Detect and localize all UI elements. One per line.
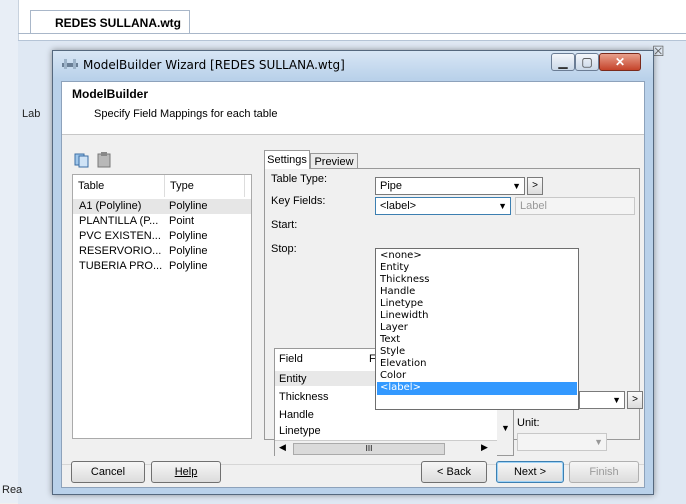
dropdown-option[interactable]: Handle: [377, 286, 577, 298]
dropdown-option[interactable]: Text: [377, 334, 577, 346]
dialog-body: ModelBuilder Specify Field Mappings for …: [61, 81, 645, 488]
key-fields-secondary-select: Label: [515, 197, 635, 215]
chevron-down-icon: ▼: [498, 201, 507, 211]
scroll-thumb[interactable]: III: [293, 443, 445, 455]
table-row[interactable]: PLANTILLA (P... Point: [73, 214, 251, 229]
clipboard-icons: [74, 152, 114, 171]
field-row[interactable]: Thickness: [279, 391, 329, 403]
field-row[interactable]: Linetype: [279, 425, 321, 437]
wizard-header: ModelBuilder Specify Field Mappings for …: [62, 82, 644, 135]
document-tab[interactable]: REDES SULLANA.wtg: [30, 10, 190, 34]
table-type-browse-button[interactable]: >: [527, 177, 543, 195]
maximize-button[interactable]: ▢: [575, 53, 599, 71]
next-button[interactable]: Next >: [496, 461, 564, 483]
table-type: Polyline: [169, 245, 208, 257]
header-subtitle: Specify Field Mappings for each table: [94, 108, 278, 120]
key-fields-label: Key Fields:: [271, 195, 326, 207]
field-mapping-select[interactable]: ▼: [579, 391, 625, 409]
table-row[interactable]: A1 (Polyline) Polyline: [73, 199, 251, 214]
dialog-title: ModelBuilder Wizard [REDES SULLANA.wtg]: [83, 58, 345, 72]
dropdown-option[interactable]: Layer: [377, 322, 577, 334]
dropdown-option[interactable]: Elevation: [377, 358, 577, 370]
table-type: Polyline: [169, 200, 208, 212]
cancel-button[interactable]: Cancel: [71, 461, 145, 483]
table-type: Point: [169, 215, 195, 227]
table-row[interactable]: RESERVORIO... Polyline: [73, 244, 251, 259]
background-label: Lab: [22, 108, 41, 120]
dropdown-option[interactable]: Style: [377, 346, 577, 358]
tab-divider: [18, 33, 686, 34]
key-fields-value: <label>: [380, 200, 417, 212]
app-left-strip: [0, 0, 19, 503]
unit-select: ▼: [517, 433, 607, 451]
dialog-titlebar[interactable]: ModelBuilder Wizard [REDES SULLANA.wtg] …: [53, 51, 653, 79]
dropdown-option[interactable]: Linewidth: [377, 310, 577, 322]
stop-label: Stop:: [271, 243, 297, 255]
key-fields-secondary-value: Label: [520, 200, 547, 212]
close-button[interactable]: ✕: [599, 53, 641, 71]
table-name: A1 (Polyline): [79, 200, 142, 212]
header-title: ModelBuilder: [72, 87, 149, 101]
back-button[interactable]: < Back: [421, 461, 487, 483]
dropdown-option[interactable]: <none>: [377, 250, 577, 262]
chevron-down-icon: ▼: [512, 181, 521, 191]
table-type: Polyline: [169, 230, 208, 242]
copy-icon[interactable]: [74, 153, 89, 168]
table-name: PLANTILLA (P...: [79, 215, 159, 227]
table-row[interactable]: TUBERIA PRO... Polyline: [73, 259, 251, 274]
table-name: PVC EXISTEN...: [79, 230, 161, 242]
start-label: Start:: [271, 219, 298, 231]
table-type-label: Table Type:: [271, 173, 328, 185]
scroll-left-icon[interactable]: ◀: [279, 442, 286, 453]
unit-label: Unit:: [517, 417, 540, 429]
column-header-type[interactable]: Type: [165, 175, 245, 197]
table-type-value: Pipe: [380, 180, 403, 192]
tab-preview[interactable]: Preview: [310, 153, 358, 169]
field-row[interactable]: Entity: [279, 373, 307, 385]
status-bar-text: Rea: [2, 484, 23, 496]
chevron-down-icon: ▼: [594, 437, 603, 447]
paste-icon[interactable]: [97, 152, 111, 168]
field-row[interactable]: Handle: [279, 409, 314, 421]
finish-button: Finish: [569, 461, 639, 483]
column-header-table[interactable]: Table: [73, 175, 165, 197]
dropdown-option[interactable]: Color: [377, 370, 577, 382]
key-fields-select[interactable]: <label> ▼: [375, 197, 511, 215]
table-name: RESERVORIO...: [79, 245, 162, 257]
table-row[interactable]: PVC EXISTEN... Polyline: [73, 229, 251, 244]
scroll-right-icon[interactable]: ▶: [481, 442, 488, 453]
minimize-button[interactable]: ▁: [551, 53, 575, 71]
scroll-down-icon[interactable]: ▼: [501, 423, 510, 433]
dropdown-option[interactable]: Thickness: [377, 274, 577, 286]
key-fields-dropdown-list[interactable]: <none> Entity Thickness Handle Linetype …: [375, 248, 579, 410]
dropdown-option[interactable]: Linetype: [377, 298, 577, 310]
table-type: Polyline: [169, 260, 208, 272]
chevron-down-icon: ▼: [612, 395, 621, 405]
field-grid-header: Field: [279, 353, 303, 365]
field-mapping-browse-button[interactable]: >: [627, 391, 643, 409]
help-button[interactable]: Help: [151, 461, 221, 483]
table-name: TUBERIA PRO...: [79, 260, 163, 272]
horizontal-scrollbar[interactable]: ◀ III ▶: [275, 440, 497, 456]
tab-settings[interactable]: Settings: [264, 150, 310, 169]
modelbuilder-wizard-dialog: ModelBuilder Wizard [REDES SULLANA.wtg] …: [52, 50, 654, 495]
table-list[interactable]: Table Type A1 (Polyline) Polyline PLANTI…: [72, 174, 252, 439]
dropdown-option-selected[interactable]: <label>: [377, 382, 577, 395]
dropdown-option[interactable]: Entity: [377, 262, 577, 274]
table-type-select[interactable]: Pipe ▼: [375, 177, 525, 195]
modelbuilder-icon: [62, 59, 78, 69]
